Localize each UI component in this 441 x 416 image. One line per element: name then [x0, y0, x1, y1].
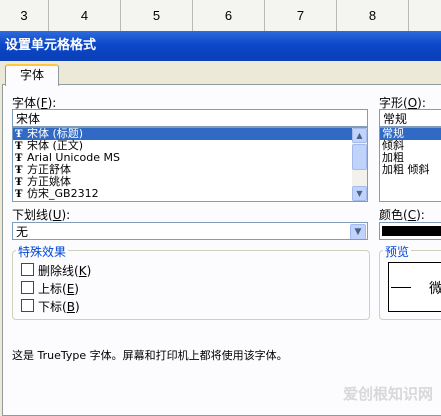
color-hotkey: C [407, 208, 417, 222]
color-select[interactable] [379, 222, 441, 240]
dialog-title: 设置单元格格式 [5, 38, 97, 53]
preview-area: 微 [388, 262, 441, 312]
font-description: 这是 TrueType 字体。屏幕和打印机上都将使用该字体。 [12, 349, 288, 362]
chevron-down-icon[interactable]: ▼ [350, 224, 366, 239]
scroll-up-icon[interactable]: ▲ [352, 128, 367, 143]
underline-hotkey: U [52, 208, 62, 222]
font-input[interactable]: 宋体 [12, 109, 368, 127]
font-list-item-label: 仿宋_GB2312 [27, 187, 99, 200]
subscript-label-text: 下标 [38, 300, 63, 314]
style-hotkey: O [407, 96, 418, 110]
superscript-hotkey: E [66, 282, 75, 296]
preview-baseline [391, 287, 411, 288]
underline-label-text: 下划线 [12, 208, 49, 222]
preview-group-title: 预览 [383, 243, 412, 260]
dialog-title-bar[interactable]: 设置单元格格式 [0, 31, 441, 61]
underline-value: 无 [16, 225, 29, 239]
color-label: 颜色(C): [379, 208, 425, 222]
font-list[interactable]: Ŧ 宋体 (标题) Ŧ 宋体 (正文) Ŧ Arial Unicode MS Ŧ 方正舒… [12, 127, 368, 202]
font-list-item[interactable]: Ŧ 仿宋_GB2312 [13, 187, 367, 201]
style-label-text: 字形 [379, 96, 404, 110]
subscript-label[interactable]: 下标(B) [38, 298, 80, 315]
strikethrough-hotkey: K [78, 264, 87, 278]
font-label-text: 字体 [12, 96, 37, 110]
truetype-icon: Ŧ [15, 189, 23, 200]
superscript-label[interactable]: 上标(E) [38, 280, 79, 297]
color-label-text: 颜色 [379, 208, 404, 222]
column-header[interactable]: 5 [121, 0, 193, 31]
style-input[interactable]: 常规 [379, 109, 441, 127]
style-list[interactable]: 常规 倾斜 加粗 加粗 倾斜 [379, 127, 441, 202]
tab-font[interactable]: 字体 [5, 64, 59, 86]
font-hotkey: F [40, 96, 48, 110]
superscript-label-text: 上标 [38, 282, 63, 296]
column-header[interactable]: 3 [0, 0, 49, 31]
preview-sample: 微 [429, 281, 441, 297]
underline-label: 下划线(U): [12, 208, 71, 222]
watermark-text: 爱创根知识网 [342, 385, 433, 403]
font-list-scrollbar[interactable]: ▲ ▼ [352, 128, 367, 201]
effects-group-title: 特殊效果 [16, 243, 69, 260]
color-swatch [382, 226, 441, 236]
column-header[interactable]: 6 [193, 0, 265, 31]
scroll-thumb[interactable] [352, 144, 367, 170]
superscript-checkbox[interactable] [21, 281, 34, 294]
scroll-down-icon[interactable]: ▼ [352, 186, 367, 201]
column-header[interactable]: 4 [49, 0, 121, 31]
style-list-item[interactable]: 加粗 倾斜 [380, 164, 441, 176]
strikethrough-label-text: 删除线 [38, 264, 75, 278]
column-header[interactable]: 7 [265, 0, 337, 31]
subscript-checkbox[interactable] [21, 299, 34, 312]
strikethrough-label[interactable]: 删除线(K) [38, 262, 91, 279]
underline-select[interactable]: 无 ▼ [12, 222, 368, 240]
column-header-bar: 3 4 5 6 7 8 [0, 0, 441, 32]
strikethrough-checkbox[interactable] [21, 263, 34, 276]
subscript-hotkey: B [66, 300, 75, 314]
column-header[interactable]: 8 [337, 0, 409, 31]
